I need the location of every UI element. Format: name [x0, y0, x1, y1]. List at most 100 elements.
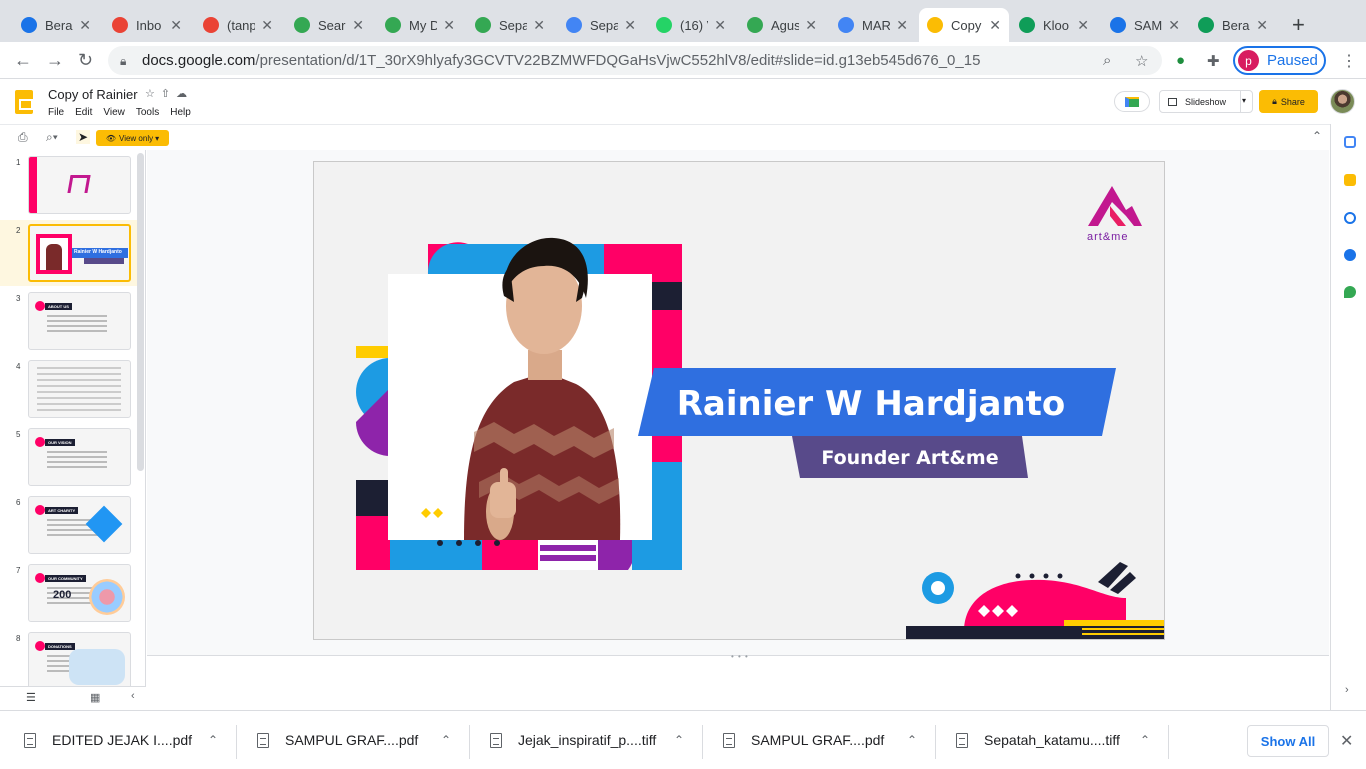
zoom-icon[interactable]: ⌕: [1103, 52, 1111, 69]
slide-thumbnail[interactable]: Rainier W Hardjanto: [28, 224, 131, 282]
account-avatar[interactable]: [1330, 89, 1355, 114]
close-tab-icon[interactable]: ✕: [1168, 17, 1180, 34]
close-downloads-icon[interactable]: ✕: [1340, 731, 1353, 751]
menu-item-tools[interactable]: Tools: [136, 107, 159, 118]
reload-icon[interactable]: ↻: [78, 50, 93, 71]
filmstrip-scrollbar[interactable]: [137, 153, 144, 471]
star-icon[interactable]: ☆: [145, 88, 161, 100]
list-view-icon[interactable]: ☰: [26, 691, 36, 704]
profile-paused-button[interactable]: p Paused: [1233, 46, 1326, 75]
browser-tab[interactable]: (16) V ✕: [648, 8, 734, 42]
back-arrow-icon[interactable]: ←: [14, 50, 32, 71]
slide-thumbnail-row[interactable]: 3 ABOUT US: [0, 288, 140, 354]
close-tab-icon[interactable]: ✕: [624, 17, 636, 34]
browser-tab[interactable]: (tanp ✕: [195, 8, 281, 42]
keep-icon[interactable]: [1344, 174, 1356, 186]
collapse-filmstrip-icon[interactable]: ‹: [131, 690, 135, 702]
slide-thumbnail-row[interactable]: 7 OUR COMMUNITY 200: [0, 560, 140, 626]
download-item[interactable]: Jejak_inspiratif_p....tiff ⌃: [490, 711, 700, 769]
download-options-icon[interactable]: ⌃: [441, 733, 451, 747]
new-tab-icon[interactable]: +: [1292, 12, 1305, 38]
close-tab-icon[interactable]: ✕: [352, 17, 364, 34]
slideshow-button[interactable]: Slideshow ▾: [1159, 90, 1253, 113]
extension-grammarly-icon[interactable]: ●: [1176, 52, 1185, 69]
collapse-menus-icon[interactable]: ⌃: [1312, 129, 1322, 143]
slide-thumbnail[interactable]: OUR VISION: [28, 428, 131, 486]
close-tab-icon[interactable]: ✕: [261, 17, 273, 34]
browser-tab[interactable]: Sear ✕: [286, 8, 372, 42]
browser-tab[interactable]: SAM ✕: [1102, 8, 1188, 42]
close-tab-icon[interactable]: ✕: [79, 17, 91, 34]
close-tab-icon[interactable]: ✕: [714, 17, 726, 34]
slideshow-dropdown-icon[interactable]: ▾: [1242, 96, 1246, 105]
close-tab-icon[interactable]: ✕: [896, 17, 908, 34]
address-bar[interactable]: 🔒︎ docs.google.com/presentation/d/1T_30r…: [108, 46, 1162, 75]
menu-item-help[interactable]: Help: [170, 107, 191, 118]
print-icon[interactable]: ⎙: [18, 130, 28, 145]
calendar-icon[interactable]: [1344, 136, 1356, 148]
browser-tab[interactable]: Sepa ✕: [558, 8, 644, 42]
browser-menu-icon[interactable]: ⋮: [1341, 51, 1357, 71]
download-options-icon[interactable]: ⌃: [907, 733, 917, 747]
download-options-icon[interactable]: ⌃: [208, 733, 218, 747]
bookmark-star-icon[interactable]: ☆: [1135, 52, 1148, 70]
slide-thumbnail[interactable]: ABOUT US: [28, 292, 131, 350]
browser-tab[interactable]: Bera ✕: [1190, 8, 1276, 42]
menu-item-edit[interactable]: Edit: [75, 107, 92, 118]
browser-tab[interactable]: MAR ✕: [830, 8, 916, 42]
extensions-puzzle-icon[interactable]: ✚: [1207, 52, 1220, 70]
maps-icon[interactable]: [1344, 286, 1356, 298]
share-button[interactable]: 🔒︎ Share: [1259, 90, 1318, 113]
slide-thumbnail[interactable]: DONATIONS: [28, 632, 131, 686]
download-item[interactable]: SAMPUL GRAF....pdf ⌃: [257, 711, 467, 769]
zoom-icon[interactable]: ⌕▾: [46, 130, 58, 145]
cloud-icon[interactable]: ☁: [176, 88, 193, 100]
browser-tab[interactable]: Agus ✕: [739, 8, 825, 42]
view-only-button[interactable]: 👁︎ View only ▾: [96, 130, 169, 146]
slide-thumbnail[interactable]: ART CHARITY: [28, 496, 131, 554]
browser-tab[interactable]: My D ✕: [377, 8, 463, 42]
slide-thumbnail[interactable]: [28, 360, 131, 418]
slide-thumbnail-row[interactable]: 4: [0, 356, 140, 422]
grid-view-icon[interactable]: ▦: [90, 691, 100, 704]
close-tab-icon[interactable]: ✕: [989, 17, 1001, 34]
slide-thumbnail-row[interactable]: 2 Rainier W Hardjanto: [0, 220, 140, 286]
browser-tab[interactable]: Copy ✕: [919, 8, 1009, 42]
show-all-button[interactable]: Show All: [1247, 725, 1329, 757]
slide-thumbnail[interactable]: [28, 156, 131, 214]
download-item[interactable]: EDITED JEJAK I....pdf ⌃: [24, 711, 234, 769]
download-item[interactable]: Sepatah_katamu....tiff ⌃: [956, 711, 1166, 769]
slide-number: 6: [16, 498, 21, 507]
close-tab-icon[interactable]: ✕: [443, 17, 455, 34]
browser-tab[interactable]: Kloo ✕: [1011, 8, 1097, 42]
slide-thumbnail-row[interactable]: 1: [0, 152, 140, 218]
browser-tab[interactable]: Bera ✕: [13, 8, 99, 42]
browser-tab[interactable]: Inbo ✕: [104, 8, 190, 42]
slide-thumbnail[interactable]: OUR COMMUNITY 200: [28, 564, 131, 622]
document-title[interactable]: Copy of Rainier: [48, 87, 138, 102]
forward-arrow-icon[interactable]: →: [46, 50, 64, 71]
close-tab-icon[interactable]: ✕: [1256, 17, 1268, 34]
move-icon[interactable]: ⇧: [161, 88, 176, 100]
download-options-icon[interactable]: ⌃: [1140, 733, 1150, 747]
close-tab-icon[interactable]: ✕: [170, 17, 182, 34]
slides-logo-icon[interactable]: [15, 90, 33, 114]
slide-thumbnail-row[interactable]: 5 OUR VISION: [0, 424, 140, 490]
menu-item-view[interactable]: View: [103, 107, 125, 118]
download-item[interactable]: SAMPUL GRAF....pdf ⌃: [723, 711, 933, 769]
slide-thumbnail-row[interactable]: 6 ART CHARITY: [0, 492, 140, 558]
notes-drag-handle[interactable]: • • •: [731, 652, 749, 661]
menu-item-file[interactable]: File: [48, 107, 64, 118]
browser-tab[interactable]: Sepa ✕: [467, 8, 553, 42]
contacts-icon[interactable]: [1344, 249, 1356, 261]
close-tab-icon[interactable]: ✕: [533, 17, 545, 34]
close-tab-icon[interactable]: ✕: [805, 17, 817, 34]
close-tab-icon[interactable]: ✕: [1077, 17, 1089, 34]
meet-button[interactable]: [1114, 91, 1150, 112]
speaker-notes[interactable]: • • •: [147, 652, 1329, 710]
select-cursor-icon[interactable]: ➤: [76, 130, 91, 144]
expand-panel-icon[interactable]: ›: [1345, 684, 1349, 696]
slide-thumbnail-row[interactable]: 8 DONATIONS: [0, 628, 140, 686]
tasks-icon[interactable]: [1344, 212, 1356, 224]
download-options-icon[interactable]: ⌃: [674, 733, 684, 747]
